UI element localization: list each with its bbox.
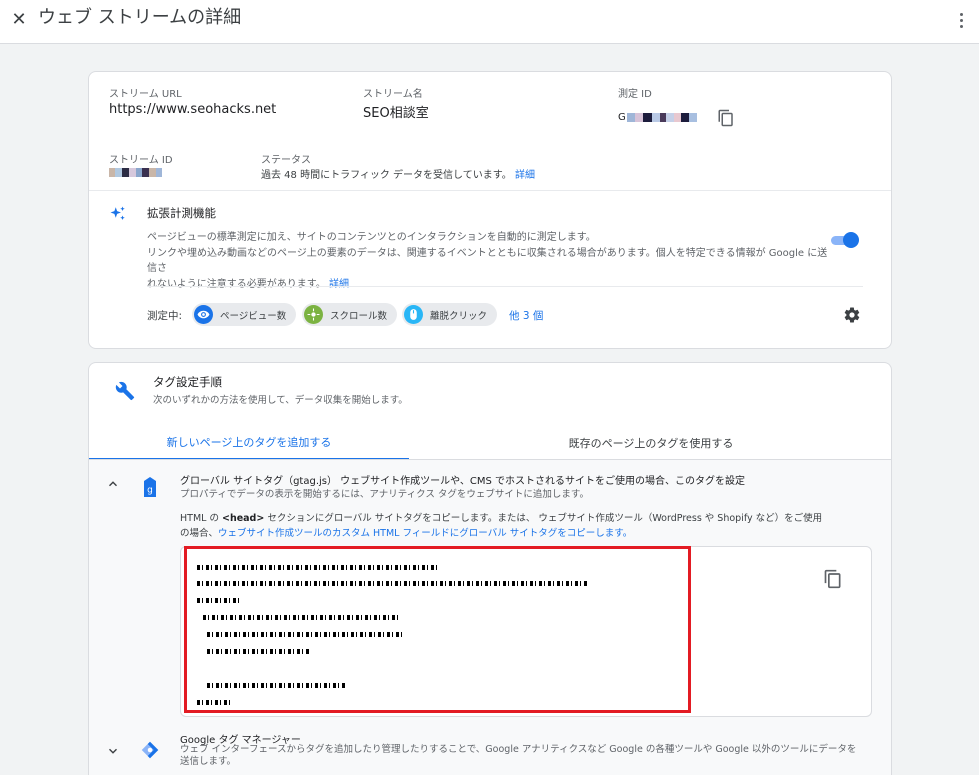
wrench-icon [115,381,135,401]
close-icon[interactable]: ✕ [8,6,30,32]
gtag-icon: g [144,477,156,497]
stream-url-value: https://www.seohacks.net [109,102,277,117]
page-title: ウェブ ストリームの詳細 [38,7,242,28]
status-text-row: 過去 48 時間にトラフィック データを受信しています。 詳細 [261,166,535,181]
tag-manager-description: ウェブ インターフェースからタグを追加したり管理したりすることで、Google … [180,744,870,768]
measurement-id-value: G [618,112,697,123]
stream-name-value: SEO相談室 [363,106,429,121]
enhanced-measurement-toggle[interactable] [829,231,859,249]
eye-icon [194,305,213,324]
copy-code-icon[interactable] [823,569,843,589]
stream-id-label: ストリーム ID [109,155,173,166]
tab-use-existing-tag[interactable]: 既存のページ上のタグを使用する [409,425,891,460]
stream-url-label: ストリーム URL [109,89,182,100]
enhanced-measurement-description: ページビューの標準測定に加え、サイトのコンテンツとのインタラクションを自動的に測… [147,230,837,292]
measurement-id-label: 測定 ID [618,89,652,100]
chip-outbound-clicks[interactable]: 離脱クリック [402,303,498,326]
svg-text:g: g [147,486,153,496]
tab-add-new-tag[interactable]: 新しいページ上のタグを追加する [89,425,409,460]
more-options-icon[interactable] [953,10,969,30]
status-details-link[interactable]: 詳細 [515,170,535,181]
chip-page-views-label: ページビュー数 [220,310,287,322]
divider [89,190,891,191]
more-events-link[interactable]: 他 3 個 [509,308,543,323]
stream-details-card: ストリーム URL https://www.seohacks.net ストリーム… [88,71,892,349]
tag-manager-icon [141,741,159,759]
tag-manager-desc-line-2: 送信します。 [180,756,237,767]
chip-outbound-clicks-label: 離脱クリック [430,310,488,322]
mouse-icon [404,305,423,324]
top-bar: ✕ ウェブ ストリームの詳細 [0,0,979,44]
stream-name-label: ストリーム名 [363,89,423,100]
gear-icon[interactable] [843,306,861,324]
chip-scrolls[interactable]: スクロール数 [302,303,398,326]
global-site-tag-title: グローバル サイトタグ（gtag.js） ウェブサイト作成ツールや、CMS でホ… [180,476,746,487]
instructions-text: HTML の [180,513,222,524]
chip-page-views[interactable]: ページビュー数 [192,303,297,326]
enhanced-desc-line-2: リンクや埋め込み動画などのページ上の要素のデータは、関連するイベントとともに収集… [147,247,828,275]
status-text: 過去 48 時間にトラフィック データを受信しています。 [261,170,512,181]
sparkle-icon [110,206,125,220]
enhanced-desc-line-1: ページビューの標準測定に加え、サイトのコンテンツとのインタラクションを自動的に測… [147,232,596,243]
tagging-subtitle: 次のいずれかの方法を使用して、データ収集を開始します。 [153,395,408,406]
crosshair-icon [304,305,323,324]
tagging-title: タグ設定手順 [153,375,222,389]
global-site-tag-instructions: HTML の <head> セクションにグローバル サイトタグをコピーします。ま… [180,511,880,541]
enhanced-desc-line-3: れないように注意する必要があります。 [147,278,326,290]
copy-measurement-id-icon[interactable] [717,109,735,127]
instructions-text: の場合、 [180,528,219,539]
instructions-text: セクションにグローバル サイトタグをコピーします。または、 ウェブサイト作成ツー… [264,513,823,524]
enhanced-measurement-title: 拡張計測機能 [147,206,216,220]
tag-manager-desc-line-1: ウェブ インターフェースからタグを追加したり管理したりすることで、Google … [180,744,857,755]
stream-id-value [109,168,162,177]
chip-scrolls-label: スクロール数 [330,310,388,322]
tagging-instructions-card: タグ設定手順 次のいずれかの方法を使用して、データ収集を開始します。 新しいペー… [88,362,892,775]
enhanced-details-link[interactable]: 詳細 [329,279,349,290]
copy-to-builder-link[interactable]: ウェブサイト作成ツールのカスタム HTML フィールドにグローバル サイトタグを… [218,528,632,539]
chevron-up-icon[interactable] [106,477,120,491]
measuring-label: 測定中: [147,310,183,322]
measurement-id-prefix: G [618,112,626,123]
gtag-code-block[interactable] [180,546,872,717]
head-tag-text: <head> [221,513,265,524]
global-site-tag-subtitle: プロパティでデータの表示を開始するには、アナリティクス タグをウェブサイトに追加… [180,489,589,500]
status-label: ステータス [261,155,311,166]
divider [147,286,863,287]
chevron-down-icon[interactable] [106,744,120,758]
